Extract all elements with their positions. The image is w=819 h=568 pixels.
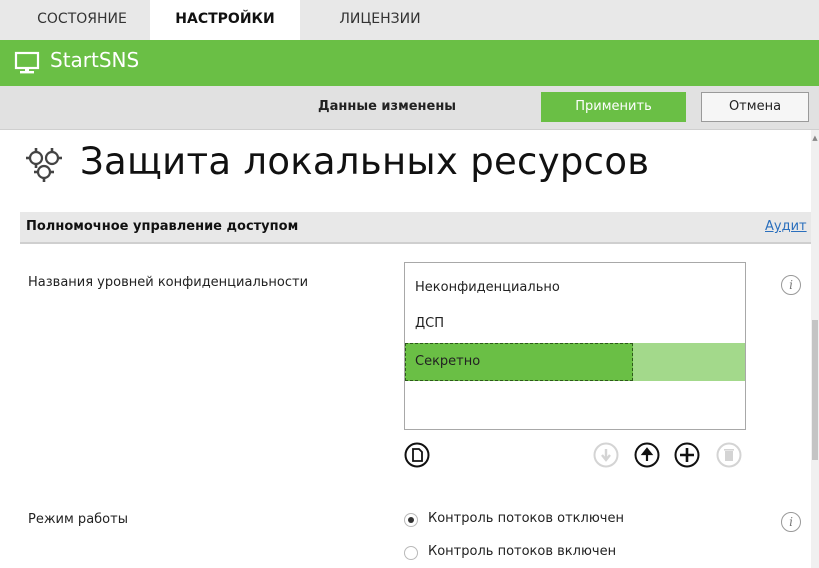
levels-listbox[interactable]: Неконфиденциально ДСП Секретно — [404, 262, 746, 430]
tab-licenses[interactable]: ЛИЦЕНЗИИ — [320, 0, 440, 40]
add-icon[interactable] — [674, 442, 700, 468]
info-icon[interactable]: i — [781, 512, 801, 532]
radio-button-checked[interactable] — [404, 513, 418, 527]
document-icon[interactable] — [404, 442, 430, 468]
tab-settings[interactable]: НАСТРОЙКИ — [150, 0, 300, 40]
apply-button[interactable]: Применить — [541, 92, 686, 122]
app-bar: StartSNS — [0, 40, 819, 86]
radio-label: Контроль потоков отключен — [428, 511, 624, 526]
list-item[interactable]: ДСП — [405, 305, 745, 343]
delete-icon[interactable] — [716, 442, 742, 468]
radio-button[interactable] — [404, 546, 418, 560]
selected-item-label: Секретно — [405, 343, 633, 381]
list-item-selected[interactable]: Секретно — [405, 343, 745, 381]
changes-status-text: Данные изменены — [318, 99, 457, 114]
scroll-thumb[interactable] — [812, 320, 818, 460]
action-bar: Данные изменены Применить Отмена — [0, 86, 819, 130]
vertical-scrollbar[interactable]: ▲ — [811, 130, 819, 568]
move-down-icon[interactable] — [593, 442, 619, 468]
monitor-icon — [14, 51, 40, 74]
mode-label: Режим работы — [28, 512, 128, 527]
move-up-icon[interactable] — [634, 442, 660, 468]
cancel-button[interactable]: Отмена — [701, 92, 809, 122]
section-header: Полномочное управление доступом Аудит — [20, 212, 819, 244]
app-title: StartSNS — [50, 48, 140, 72]
tab-status[interactable]: СОСТОЯНИЕ — [22, 0, 142, 40]
page-title: Защита локальных ресурсов — [80, 140, 650, 183]
section-title: Полномочное управление доступом — [26, 219, 299, 234]
levels-label: Названия уровней конфиденциальности — [28, 275, 309, 290]
list-item[interactable]: Неконфиденциально — [405, 269, 745, 307]
radio-label: Контроль потоков включен — [428, 544, 617, 559]
gears-icon — [26, 148, 62, 182]
info-icon[interactable]: i — [781, 275, 801, 295]
audit-link[interactable]: Аудит — [765, 219, 807, 234]
top-tab-bar: СОСТОЯНИЕ НАСТРОЙКИ ЛИЦЕНЗИИ — [0, 0, 819, 40]
scroll-up-arrow-icon[interactable]: ▲ — [811, 134, 819, 142]
